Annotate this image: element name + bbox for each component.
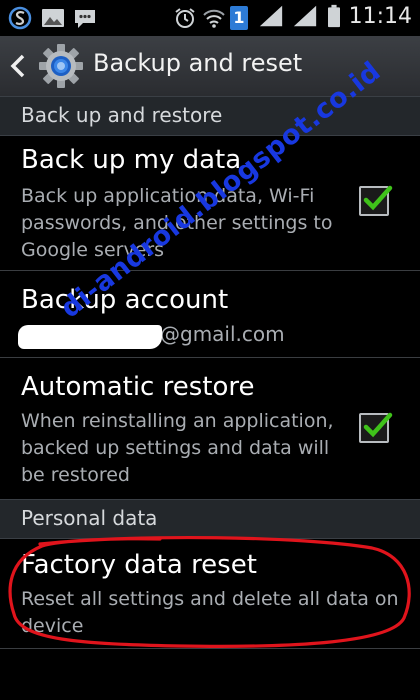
red-highlight-annotation xyxy=(8,536,411,648)
alarm-icon xyxy=(175,8,195,28)
battery-icon xyxy=(328,4,340,28)
checkmark-icon xyxy=(363,412,393,438)
s-note-icon xyxy=(8,6,32,30)
auto-restore-checkbox[interactable] xyxy=(359,412,393,443)
section-header-label: Personal data xyxy=(21,506,158,530)
settings-gear-icon xyxy=(39,44,83,88)
auto-restore-title: Automatic restore xyxy=(21,372,255,402)
backup-data-title: Back up my data xyxy=(21,145,242,175)
auto-restore-item[interactable]: Automatic restore When reinstalling an a… xyxy=(0,358,420,494)
backup-data-checkbox[interactable] xyxy=(359,185,393,216)
notification-badge-icon: 1 xyxy=(230,6,248,30)
status-bar: 1 11:14 xyxy=(0,0,420,36)
section-header-label: Back up and restore xyxy=(21,103,223,127)
signal-icon xyxy=(293,5,317,27)
signal-icon xyxy=(259,5,283,27)
gallery-icon xyxy=(42,9,64,27)
wifi-icon xyxy=(203,9,225,28)
back-arrow-icon[interactable] xyxy=(8,52,28,80)
redacted-email-mask xyxy=(18,325,162,349)
backup-account-title: Backup account xyxy=(21,285,229,315)
backup-account-email: @gmail.com xyxy=(160,322,285,346)
clock: 11:14 xyxy=(348,4,412,29)
page-title: Backup and reset xyxy=(93,49,303,77)
auto-restore-summary: When reinstalling an application, backed… xyxy=(21,410,334,486)
checkmark-icon xyxy=(363,185,393,211)
chat-icon xyxy=(75,10,95,28)
